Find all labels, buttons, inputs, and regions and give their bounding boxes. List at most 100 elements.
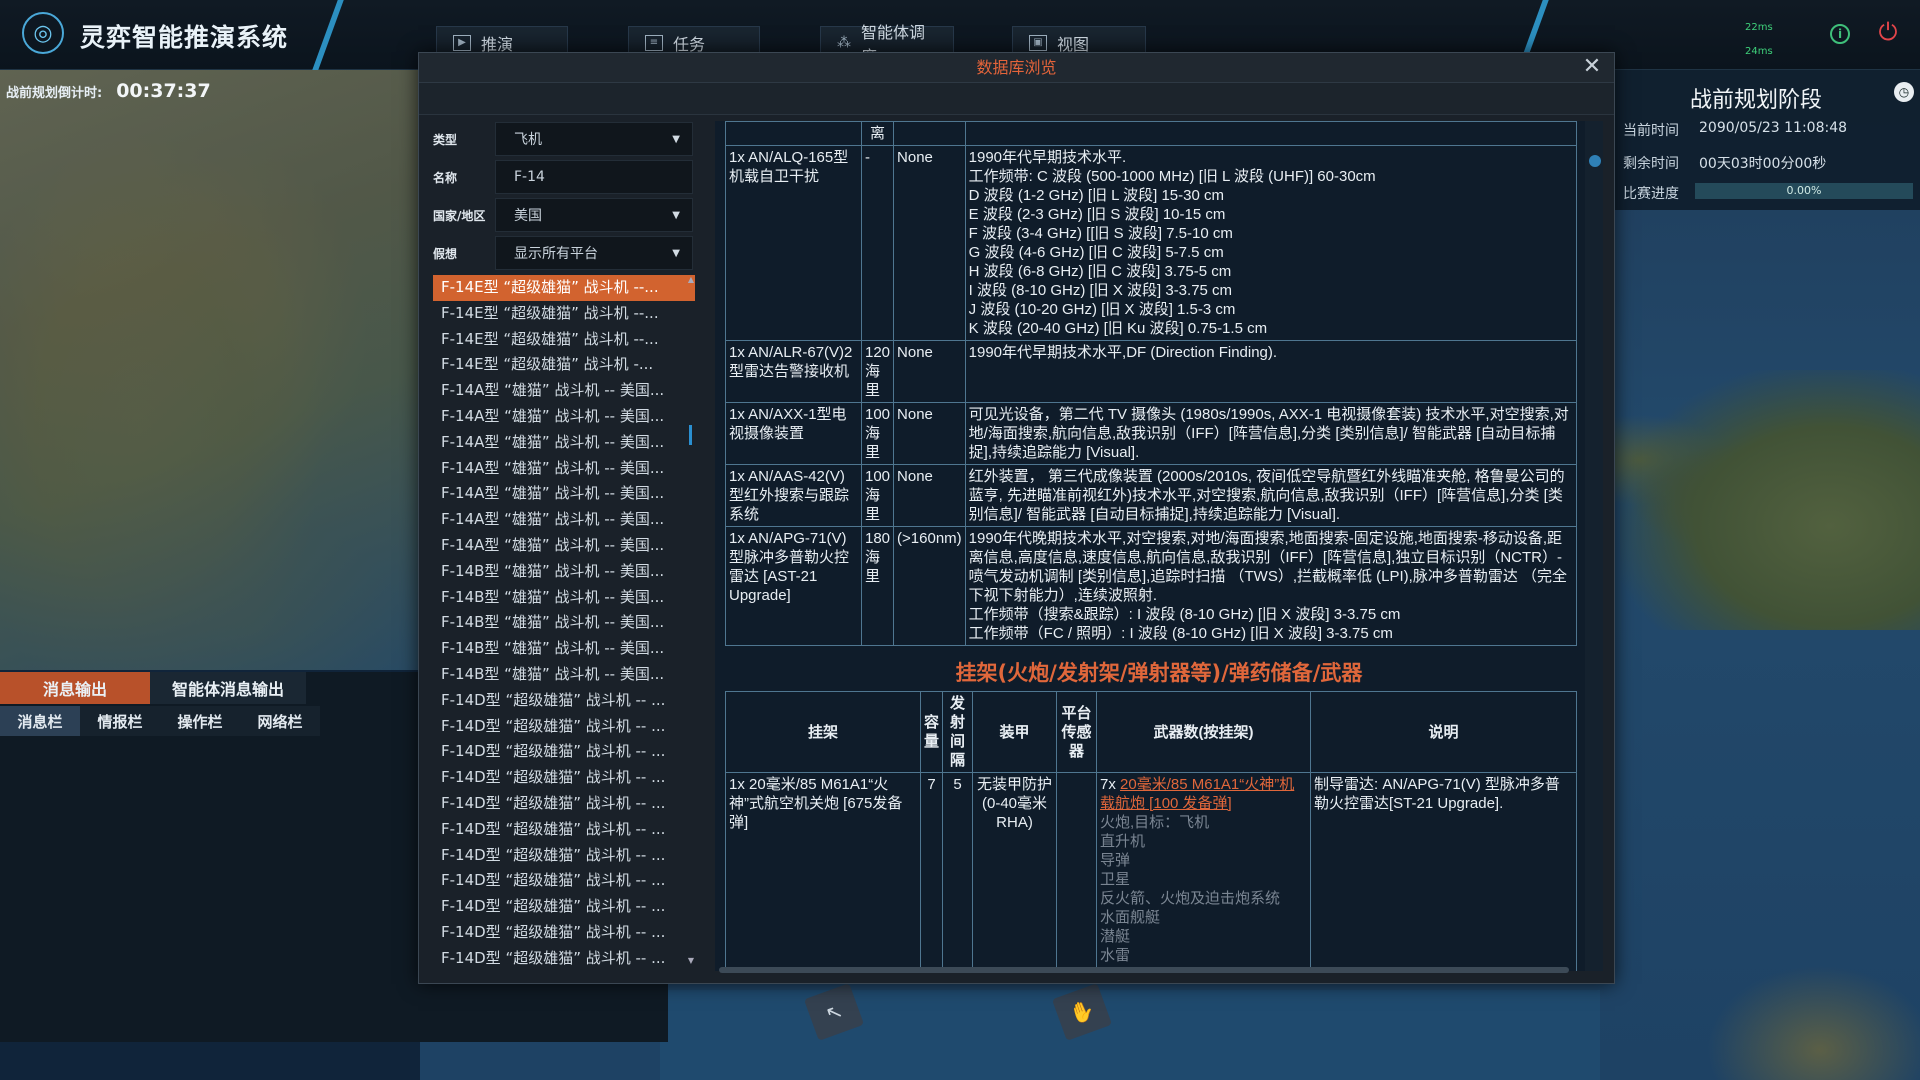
mount-cell: 1x 20毫米/85 M61A1“火神”式航空机关炮 [675发备弹] xyxy=(725,772,921,971)
sensor-desc-cell: 1990年代晚期技术水平,对空搜索,对地/海面搜索,地面搜索-固定设施,地面搜索… xyxy=(964,526,1578,646)
list-item[interactable]: F-14B型 “雄猫” 战斗机 -- 美国... xyxy=(433,559,695,585)
phase-title: 战前规划阶段 xyxy=(1690,88,1823,113)
target-type: 火炮,目标：飞机 xyxy=(1100,814,1210,831)
table-cell xyxy=(964,121,1578,146)
list-item[interactable]: F-14A型 “雄猫” 战斗机 -- 美国... xyxy=(433,533,695,559)
weapons-section-title: 挂架(火炮/发射架/弹射器等)/弹药储备/武器 xyxy=(955,661,1363,685)
scroll-up-icon[interactable]: ▲ xyxy=(687,275,695,284)
list-item[interactable]: F-14D型 “超级雄猫” 战斗机 -- ... xyxy=(433,894,695,920)
table-row: 1x 20毫米/85 M61A1“火神”式航空机关炮 [675发备弹] 7 5 … xyxy=(725,772,1577,971)
list-item[interactable]: F-14D型 “超级雄猫” 战斗机 -- ... xyxy=(433,688,695,714)
list-item[interactable]: F-14D型 “超级雄猫” 战斗机 -- ... xyxy=(433,946,695,965)
filter-type: 类型 飞机 ▼ xyxy=(433,122,713,156)
sensor-spec-cell: (>160nm) xyxy=(893,526,966,646)
sensor-range-cell: 100海里 xyxy=(860,464,895,527)
weapon-cell: 7x 20毫米/85 M61A1“火神”机载航炮 [100 发备弹] 火炮,目标… xyxy=(1096,772,1312,971)
countdown: 战前规划倒计时: 00:37:37 xyxy=(0,80,410,102)
select-value: 飞机 xyxy=(514,132,542,148)
sensor-name-cell: 1x AN/ALR-67(V)2型雷达告警接收机 xyxy=(725,340,862,403)
target-type: 导弹 xyxy=(1100,852,1131,869)
status-panel: 战前规划阶段 ◷ 当前时间 2090/05/23 11:08:48 剩余时间 0… xyxy=(1615,70,1920,210)
list-item[interactable]: F-14D型 “超级雄猫” 战斗机 -- ... xyxy=(433,868,695,894)
scroll-down-icon[interactable]: ▼ xyxy=(687,956,695,965)
list-item[interactable]: F-14B型 “雄猫” 战斗机 -- 美国... xyxy=(433,610,695,636)
countdown-label: 战前规划倒计时: xyxy=(6,85,103,101)
desc-line: 红外装置， 第三代成像装置 (2000s/2010s, 夜间低空导航暨红外线瞄准… xyxy=(968,468,1565,523)
dialog-header: 数据库浏览 ✕ xyxy=(419,53,1614,83)
list-item[interactable]: F-14A型 “雄猫” 战斗机 -- 美国... xyxy=(433,430,695,456)
col-header: 平台传感器 xyxy=(1056,691,1098,773)
country-select[interactable]: 美国 ▼ xyxy=(495,198,693,232)
list-item[interactable]: F-14D型 “超级雄猫” 战斗机 -- ... xyxy=(433,817,695,843)
list-item[interactable]: F-14D型 “超级雄猫” 战斗机 -- ... xyxy=(433,920,695,946)
horizontal-scrollbar[interactable] xyxy=(719,967,1569,973)
current-time-row: 当前时间 2090/05/23 11:08:48 xyxy=(1623,120,1847,140)
list-item[interactable]: F-14D型 “超级雄猫” 战斗机 -- ... xyxy=(433,791,695,817)
list-item[interactable]: F-14E型 “超级雄猫” 战斗机 -... xyxy=(433,352,695,378)
list-item[interactable]: F-14B型 “雄猫” 战斗机 -- 美国... xyxy=(433,585,695,611)
col-header: 容量 xyxy=(919,691,944,773)
task-list-icon: ≡ xyxy=(645,34,663,51)
select-value: 显示所有平台 xyxy=(514,246,598,262)
progress-bar: 0.00% xyxy=(1695,183,1913,199)
tab-operation-bar[interactable]: 操作栏 xyxy=(160,706,240,736)
close-icon[interactable]: ✕ xyxy=(1580,55,1604,79)
latency-value: 22ms xyxy=(1745,22,1773,33)
dialog-title: 数据库浏览 xyxy=(976,58,1057,77)
list-item[interactable]: F-14D型 “超级雄猫” 战斗机 -- ... xyxy=(433,843,695,869)
list-item[interactable]: F-14D型 “超级雄猫” 战斗机 -- ... xyxy=(433,739,695,765)
list-item[interactable]: F-14E型 “超级雄猫” 战斗机 --... xyxy=(433,301,695,327)
remaining-time-row: 剩余时间 00天03时00分00秒 xyxy=(1623,153,1826,173)
table-row: 1x AN/AXX-1型电视摄像装置 100海里 None 可见光设备，第二代 TV … xyxy=(725,402,1578,465)
list-item[interactable]: F-14B型 “雄猫” 战斗机 -- 美国... xyxy=(433,636,695,662)
detail-scrollbar[interactable] xyxy=(1585,121,1603,971)
nav-tab-label: 推演 xyxy=(481,34,514,54)
interval-cell: 5 xyxy=(942,772,974,971)
list-item[interactable]: F-14D型 “超级雄猫” 战斗机 -- ... xyxy=(433,714,695,740)
tab-intel-bar[interactable]: 情报栏 xyxy=(80,706,160,736)
info-icon[interactable]: i xyxy=(1830,24,1850,44)
tab-message-bar[interactable]: 消息栏 xyxy=(0,706,80,736)
clock-icon[interactable]: ◷ xyxy=(1894,82,1914,102)
sensor-spec-cell: None xyxy=(893,402,966,465)
desc-line: D 波段 (1-2 GHz) [旧 L 波段] 15-30 cm xyxy=(968,187,1224,204)
current-time-value: 2090/05/23 11:08:48 xyxy=(1699,120,1848,136)
scroll-thumb[interactable] xyxy=(689,425,692,445)
hypothetical-select[interactable]: 显示所有平台 ▼ xyxy=(495,236,693,270)
desc-line: H 波段 (6-8 GHz) [旧 C 波段] 3.75-5 cm xyxy=(968,263,1232,280)
list-item[interactable]: F-14D型 “超级雄猫” 战斗机 -- ... xyxy=(433,765,695,791)
map-sea-south xyxy=(660,990,1600,1080)
target-type: 卫星 xyxy=(1100,871,1131,888)
list-item[interactable]: F-14A型 “雄猫” 战斗机 -- 美国... xyxy=(433,378,695,404)
list-item[interactable]: F-14E型 “超级雄猫” 战斗机 --... xyxy=(433,275,695,301)
target-type: 潜艇 xyxy=(1100,928,1131,945)
tab-network-bar[interactable]: 网络栏 xyxy=(240,706,320,736)
type-select[interactable]: 飞机 ▼ xyxy=(495,122,693,156)
power-icon[interactable]: ⏻ xyxy=(1876,20,1900,44)
list-item[interactable]: F-14E型 “超级雄猫” 战斗机 --... xyxy=(433,327,695,353)
filter-label: 名称 xyxy=(433,170,458,185)
app-root: ◎ 灵弈智能推演系统 ▶ 推演 ≡ 任务 ⁂ 智能体调度 ▣ 视图 22ms 2… xyxy=(0,0,1920,1080)
table-row: 1x AN/ALR-67(V)2型雷达告警接收机 120海里 None 1990年代早… xyxy=(725,340,1578,403)
list-scrollbar[interactable]: ▲ ▼ xyxy=(687,275,695,965)
app-title: 灵弈智能推演系统 xyxy=(80,23,289,52)
desc-line: J 波段 (10-20 GHz) [旧 X 波段] 1.5-3 cm xyxy=(968,301,1236,318)
list-item[interactable]: F-14B型 “雄猫” 战斗机 -- 美国... xyxy=(433,662,695,688)
list-item[interactable]: F-14A型 “雄猫” 战斗机 -- 美国... xyxy=(433,481,695,507)
desc-line: 工作频带: C 波段 (500-1000 MHz) [旧 L 波段 (UHF)]… xyxy=(968,168,1376,185)
name-input[interactable]: F-14 xyxy=(495,160,693,194)
sensor-spec-cell: None xyxy=(893,340,966,403)
list-item[interactable]: F-14A型 “雄猫” 战斗机 -- 美国... xyxy=(433,507,695,533)
film-icon: ▶ xyxy=(453,34,471,51)
divider xyxy=(312,0,344,70)
tab-message-output[interactable]: 消息输出 xyxy=(0,672,150,704)
tab-agent-message-output[interactable]: 智能体消息输出 xyxy=(150,672,306,704)
scroll-thumb[interactable] xyxy=(1589,155,1601,167)
desc-line: 1990年代早期技术水平,DF (Direction Finding). xyxy=(968,344,1278,361)
table-row: 离 xyxy=(725,121,1578,146)
weapon-link[interactable]: 20毫米/85 M61A1“火神”机载航炮 [100 发备弹] xyxy=(1100,776,1294,812)
network-icon: ⁂ xyxy=(837,34,851,51)
list-item[interactable]: F-14A型 “雄猫” 战斗机 -- 美国... xyxy=(433,404,695,430)
current-time-label: 当前时间 xyxy=(1623,123,1679,139)
list-item[interactable]: F-14A型 “雄猫” 战斗机 -- 美国... xyxy=(433,456,695,482)
